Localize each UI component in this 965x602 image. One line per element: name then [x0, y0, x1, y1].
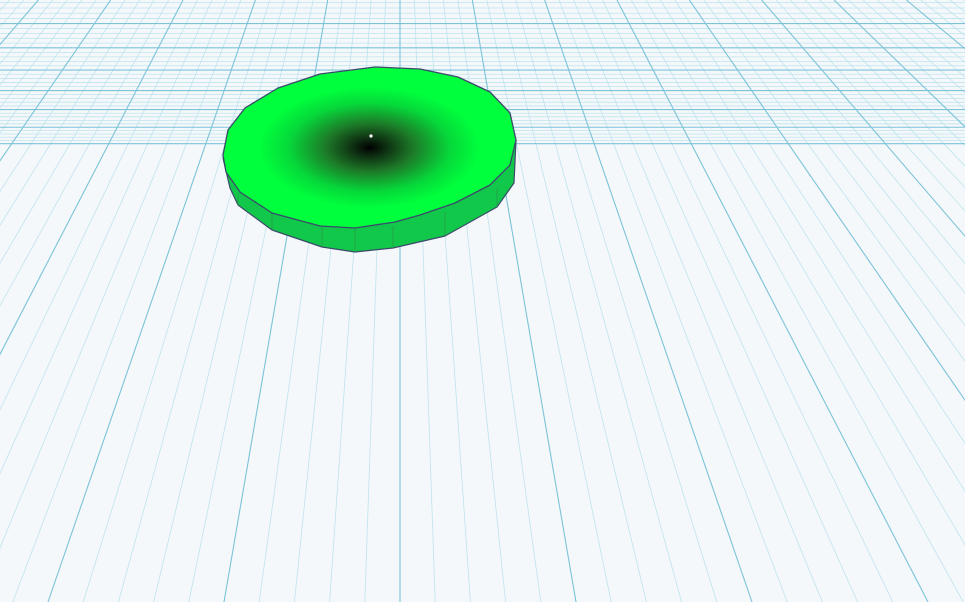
- 3d-workplane-viewport[interactable]: [0, 0, 965, 602]
- cylinder-center-marker: [369, 134, 373, 138]
- workplane-canvas[interactable]: [0, 0, 965, 602]
